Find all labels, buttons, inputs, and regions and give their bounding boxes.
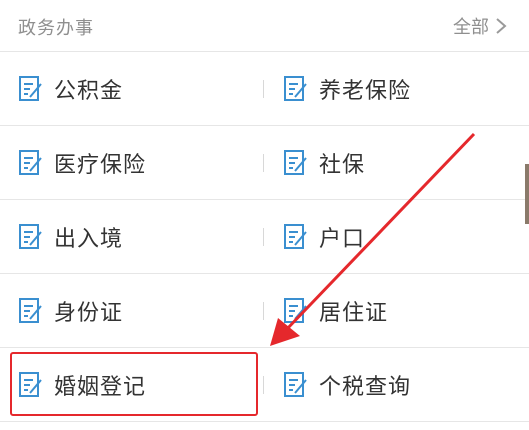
document-edit-icon — [284, 149, 307, 175]
service-item-household-registration[interactable]: 户口 — [265, 200, 529, 273]
service-label: 医疗保险 — [54, 152, 147, 178]
document-edit-icon — [19, 223, 42, 249]
document-edit-icon — [284, 223, 307, 249]
column-divider — [263, 80, 264, 98]
service-item-medical-insurance[interactable]: 医疗保险 — [0, 126, 264, 199]
service-item-residence-permit[interactable]: 居住证 — [265, 274, 529, 347]
service-label: 居住证 — [319, 300, 389, 326]
service-label: 个税查询 — [319, 374, 412, 400]
service-item-housing-fund[interactable]: 公积金 — [0, 52, 264, 125]
service-label: 婚姻登记 — [54, 374, 147, 400]
background-edge — [525, 164, 529, 224]
chevron-right-icon — [496, 18, 507, 34]
service-item-marriage-registration[interactable]: 婚姻登记 — [0, 348, 264, 421]
document-edit-icon — [19, 371, 42, 397]
section-title: 政务办事 — [18, 18, 94, 39]
service-row: 出入境 户口 — [0, 200, 529, 274]
service-item-exit-entry[interactable]: 出入境 — [0, 200, 264, 273]
service-row: 医疗保险 社保 — [0, 126, 529, 200]
service-label: 公积金 — [54, 78, 124, 104]
column-divider — [263, 376, 264, 394]
section-header: 政务办事 全部 — [0, 0, 529, 52]
column-divider — [263, 154, 264, 172]
view-all-label: 全部 — [453, 17, 489, 38]
service-label: 养老保险 — [319, 78, 412, 104]
document-edit-icon — [19, 297, 42, 323]
service-grid: 公积金 养老保险 医疗保险 社保 出入境 户口 身份证 居住证 婚姻登记 个税查… — [0, 52, 529, 422]
service-row: 公积金 养老保险 — [0, 52, 529, 126]
view-all-link[interactable]: 全部 — [453, 12, 509, 40]
service-row: 婚姻登记 个税查询 — [0, 348, 529, 422]
document-edit-icon — [284, 371, 307, 397]
document-edit-icon — [284, 75, 307, 101]
column-divider — [263, 228, 264, 246]
service-item-id-card[interactable]: 身份证 — [0, 274, 264, 347]
column-divider — [263, 302, 264, 320]
service-label: 社保 — [319, 152, 366, 178]
service-label: 出入境 — [54, 226, 124, 252]
service-label: 身份证 — [54, 300, 124, 326]
document-edit-icon — [19, 149, 42, 175]
service-label: 户口 — [319, 226, 366, 252]
document-edit-icon — [284, 297, 307, 323]
service-item-tax-inquiry[interactable]: 个税查询 — [265, 348, 529, 421]
service-row: 身份证 居住证 — [0, 274, 529, 348]
service-item-social-security[interactable]: 社保 — [265, 126, 529, 199]
gov-services-panel: 政务办事 全部 公积金 养老保险 医疗保险 社保 出入境 户口 身份证 居住证 … — [0, 0, 529, 430]
service-item-pension-insurance[interactable]: 养老保险 — [265, 52, 529, 125]
document-edit-icon — [19, 75, 42, 101]
